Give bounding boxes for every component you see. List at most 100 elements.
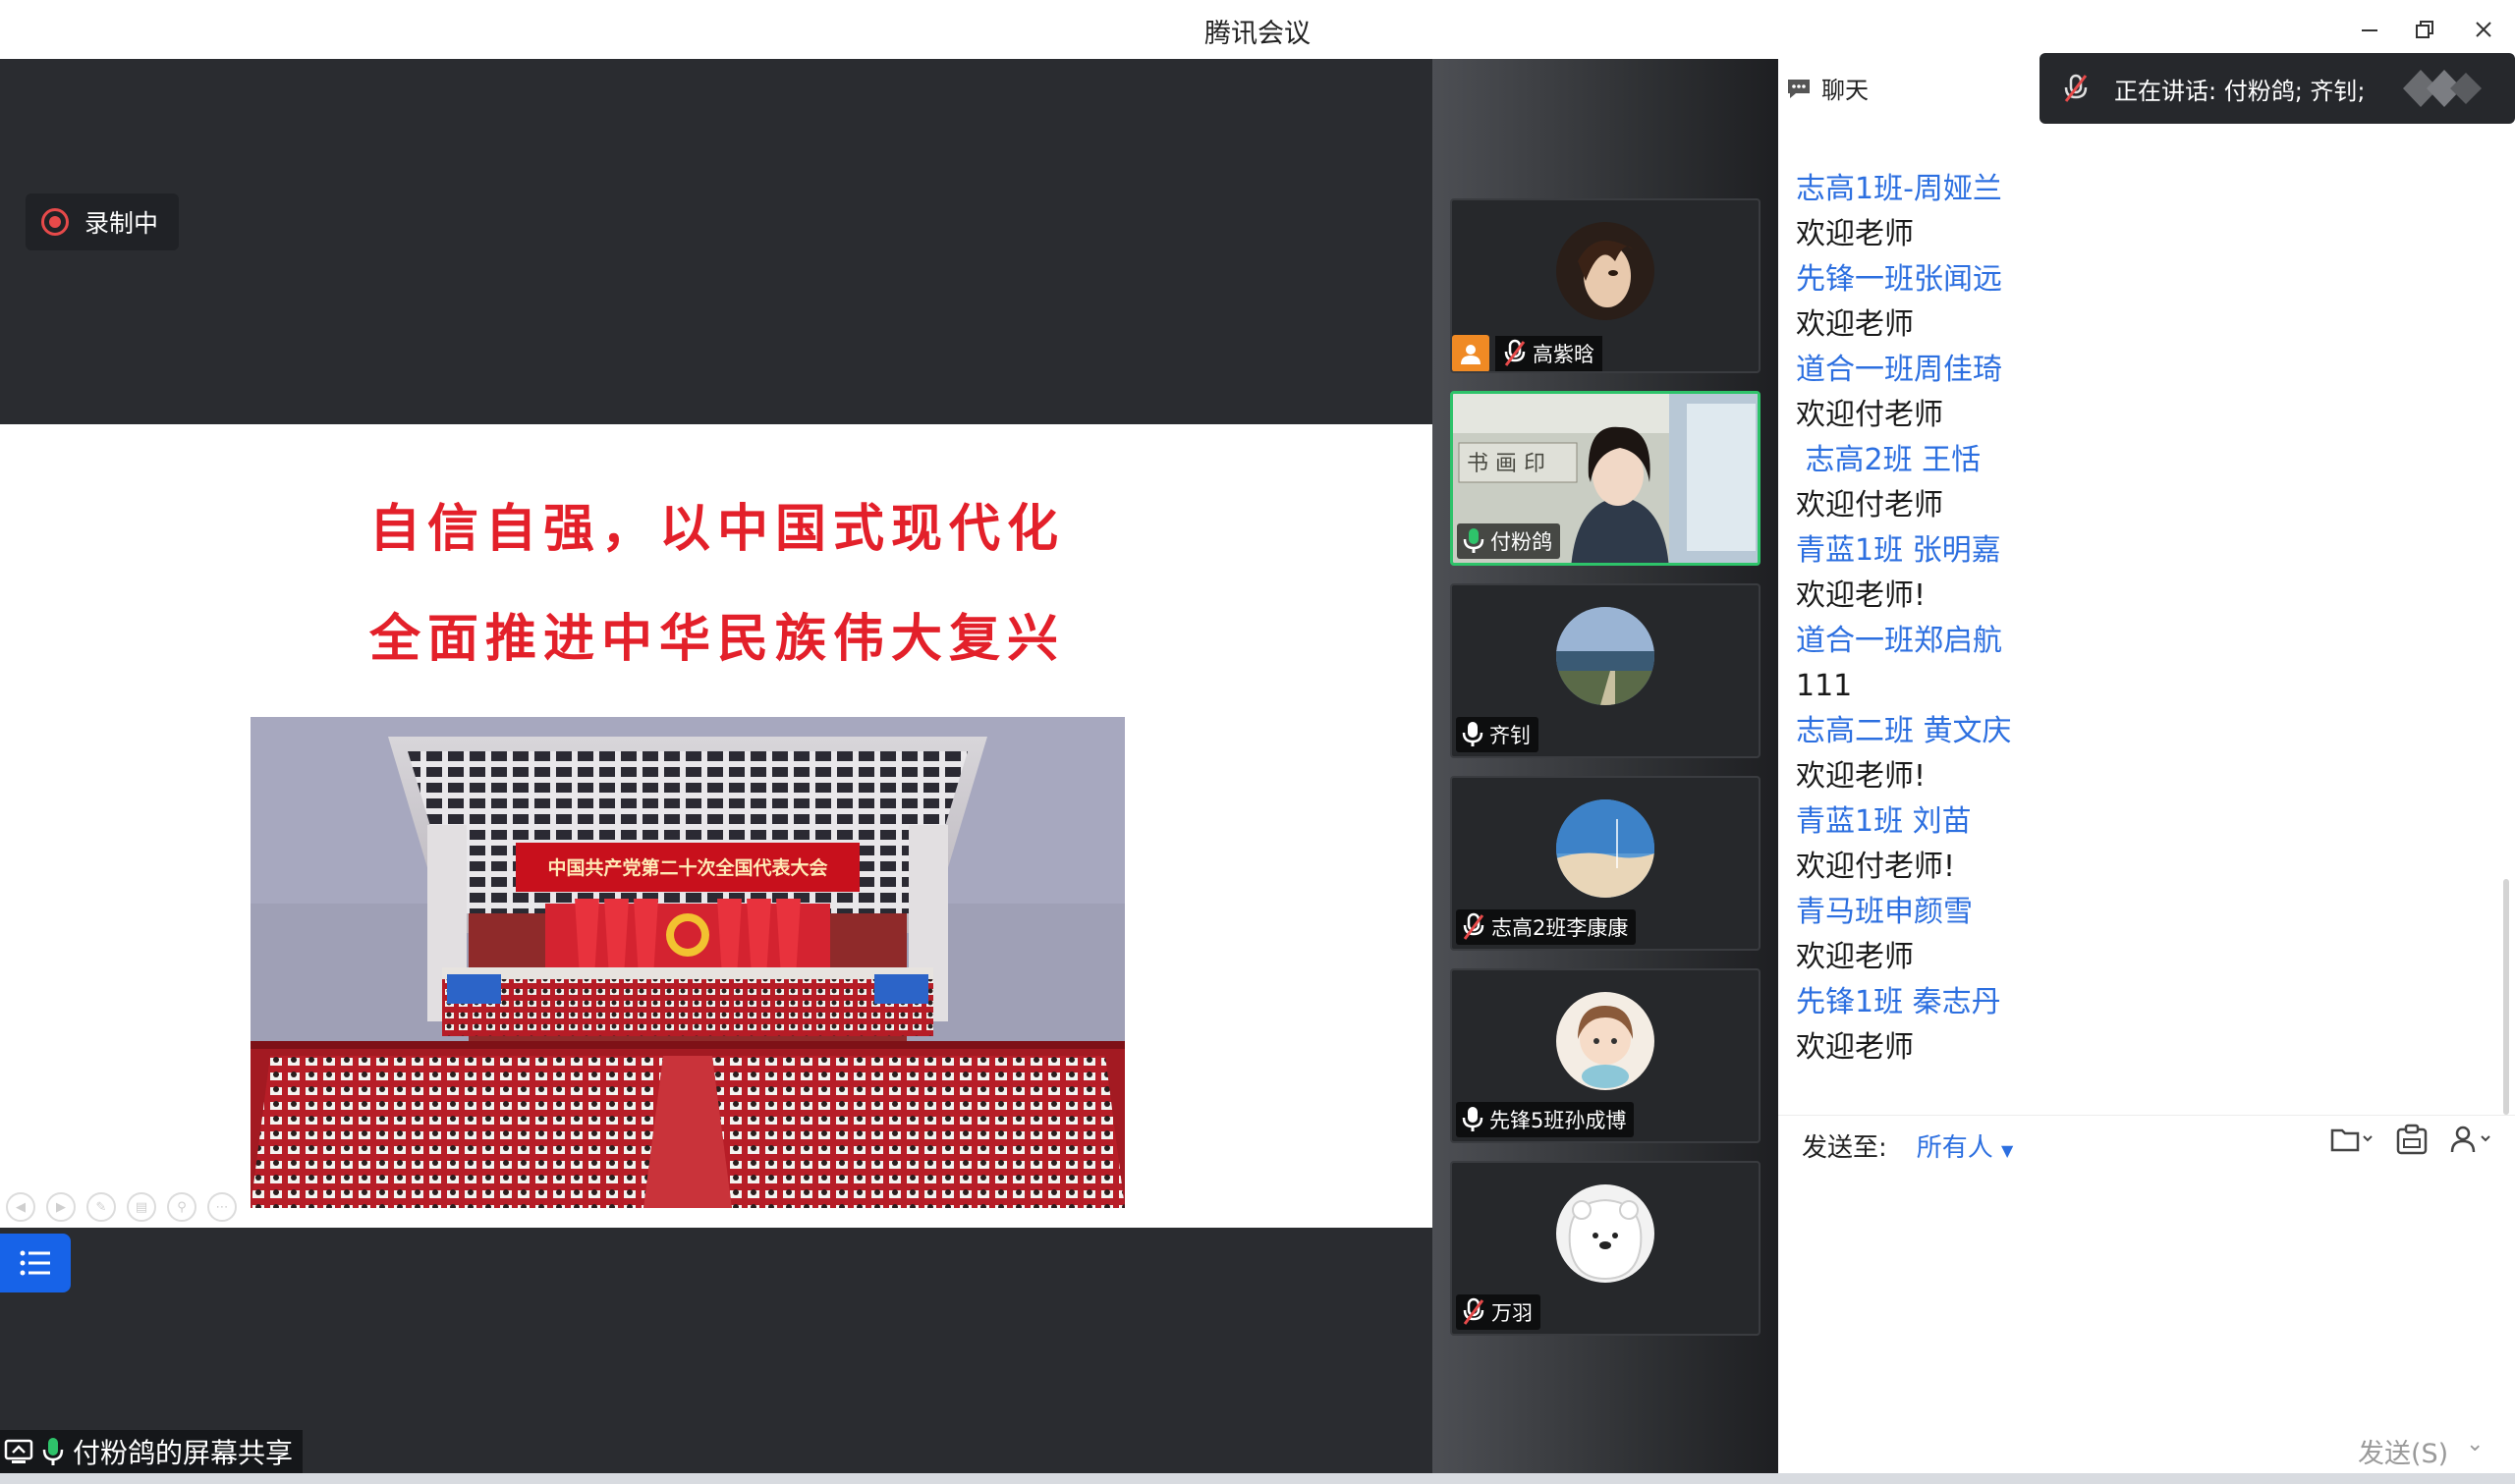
- chat-sender: 先锋一班张闻远: [1796, 262, 2002, 297]
- recording-indicator[interactable]: 录制中: [26, 193, 179, 250]
- participant-video-column: 高紫晗 书 画 印 付粉鸽 齐钊 志高2班李康康 先锋5班孙成博 万羽: [1432, 59, 1778, 1473]
- send-to-value: 所有人: [1916, 1133, 1993, 1163]
- chat-sender: 青蓝1班 张明嘉: [1796, 533, 2001, 568]
- participant-namebar: 高紫晗: [1452, 335, 1602, 371]
- list-icon: [20, 1250, 50, 1276]
- microphone-on-icon: [42, 1438, 64, 1465]
- restore-icon: [2416, 21, 2433, 38]
- participant-tile[interactable]: 万羽: [1450, 1161, 1760, 1336]
- chat-sender: 志高二班 黄文庆: [1796, 714, 2012, 748]
- screen-share-area: 录制中 自信自强，以中国式现代化 全面推进中华民族伟大复兴 中国共产党第二十次全…: [0, 59, 1432, 1473]
- toolbar-menu-button[interactable]: [0, 1234, 71, 1292]
- presentation-slide: 自信自强，以中国式现代化 全面推进中华民族伟大复兴 中国共产党第二十次全国代表大…: [0, 424, 1432, 1228]
- microphone-muted-icon: [1504, 339, 1526, 366]
- screen-share-label: 付粉鸽的屏幕共享: [0, 1430, 304, 1473]
- close-button[interactable]: [2464, 12, 2503, 47]
- svg-text:书 画 印: 书 画 印: [1467, 452, 1545, 476]
- arrow-left-icon: ◀: [16, 1199, 26, 1215]
- slide-toolbar: ◀ ▶ ✎ ▤ ⚲ ⋯: [6, 1192, 237, 1222]
- participant-namebar: 齐钊: [1456, 717, 1538, 752]
- avatar: [1556, 992, 1654, 1090]
- microphone-on-icon: [1462, 1107, 1483, 1131]
- avatar: [1556, 607, 1654, 705]
- record-icon: [41, 208, 69, 236]
- participant-tile[interactable]: 齐钊: [1450, 583, 1760, 758]
- participant-tile[interactable]: 高紫晗: [1450, 198, 1760, 373]
- microphone-muted-icon: [2064, 74, 2088, 102]
- participant-tile[interactable]: 志高2班李康康: [1450, 776, 1760, 951]
- file-button[interactable]: [2330, 1125, 2374, 1154]
- chat-message: 欢迎老师: [1796, 307, 1914, 342]
- chat-panel: 聊天 志高1班-周娅兰 欢迎老师 先锋一班张闻远 欢迎老师 道合一班周佳琦 欢迎…: [1778, 59, 2515, 1473]
- chat-message: 欢迎付老师: [1796, 398, 1943, 432]
- pen-tool-button[interactable]: ✎: [86, 1192, 116, 1222]
- send-to-dropdown[interactable]: 所有人 ▼: [1917, 1127, 2014, 1164]
- arrow-right-icon: ▶: [56, 1199, 66, 1215]
- chat-bubble-icon: [1788, 79, 1810, 98]
- pen-icon: ✎: [95, 1199, 107, 1215]
- participant-tile-active-speaker[interactable]: 书 画 印 付粉鸽: [1450, 391, 1760, 566]
- speaking-text: 正在讲话: 付粉鸽; 齐钊;: [2114, 77, 2366, 105]
- speaking-banner: 正在讲话: 付粉鸽; 齐钊;: [2040, 53, 2515, 124]
- microphone-on-icon: [1462, 722, 1483, 746]
- host-badge-icon: [1452, 335, 1489, 371]
- minimize-button[interactable]: [2350, 12, 2389, 47]
- speaker-avatars-icon: [2402, 70, 2482, 107]
- bottom-strip: [0, 1473, 2515, 1484]
- slide-title-line-1: 自信自强，以中国式现代化: [368, 499, 1065, 559]
- more-options-button[interactable]: ⋯: [207, 1192, 237, 1222]
- participant-name: 齐钊: [1489, 724, 1531, 747]
- user-icon: [2450, 1126, 2490, 1153]
- send-button[interactable]: 发送(S): [2358, 1432, 2448, 1470]
- participant-name: 志高2班李康康: [1491, 916, 1629, 940]
- participant-name: 高紫晗: [1533, 343, 1594, 366]
- avatar: [1556, 799, 1654, 898]
- chat-sender: 志高2班 王恬: [1796, 443, 1982, 477]
- avatar: [1556, 222, 1654, 320]
- chat-message: 111: [1796, 669, 1853, 703]
- chat-sender: 先锋1班 秦志丹: [1796, 985, 2001, 1019]
- chat-message: 欢迎老师!: [1796, 578, 1927, 613]
- chat-message: 欢迎付老师!: [1796, 850, 1956, 884]
- chat-divider: [1778, 1115, 2515, 1116]
- screen-share-icon: [4, 1439, 33, 1463]
- title-bar: 腾讯会议: [0, 0, 2515, 60]
- slides-overview-button[interactable]: ▤: [127, 1192, 156, 1222]
- send-options-button[interactable]: ⌄: [2466, 1432, 2484, 1457]
- close-icon: [2476, 22, 2491, 37]
- send-to-selector: 发送至: 所有人 ▼: [1802, 1127, 2013, 1164]
- member-button[interactable]: [2450, 1125, 2493, 1154]
- congress-banner-text: 中国共产党第二十次全国代表大会: [547, 856, 827, 879]
- participant-name: 万羽: [1491, 1301, 1533, 1325]
- participant-name: 付粉鸽: [1490, 530, 1552, 554]
- restore-button[interactable]: [2405, 12, 2444, 47]
- participant-namebar: 志高2班李康康: [1456, 909, 1637, 945]
- more-icon: ⋯: [215, 1199, 229, 1215]
- chat-sender: 道合一班郑启航: [1796, 624, 2002, 658]
- chat-sender: 志高1班-周娅兰: [1796, 172, 2002, 206]
- microphone-speaking-icon: [1463, 528, 1484, 553]
- chevron-down-icon: ⌄: [2466, 1432, 2485, 1457]
- chat-message: 欢迎老师: [1796, 940, 1914, 974]
- chat-sender: 道合一班周佳琦: [1796, 353, 2002, 387]
- chat-toolbar: [2330, 1124, 2493, 1155]
- chat-header: 聊天: [1786, 71, 1869, 105]
- chat-message: 欢迎老师: [1796, 217, 1914, 251]
- zoom-button[interactable]: ⚲: [167, 1192, 196, 1222]
- slide-title-line-2: 全面推进中华民族伟大复兴: [368, 609, 1065, 669]
- chat-sender: 青马班申颜雪: [1796, 895, 1973, 929]
- participant-tile[interactable]: 先锋5班孙成博: [1450, 968, 1760, 1143]
- previous-slide-button[interactable]: ◀: [6, 1192, 35, 1222]
- chat-scrollbar[interactable]: [2503, 879, 2509, 1115]
- screen-share-owner: 付粉鸽的屏幕共享: [73, 1437, 294, 1469]
- magnifier-icon: ⚲: [177, 1199, 187, 1215]
- minimize-icon: [2362, 29, 2377, 31]
- participant-namebar: 先锋5班孙成博: [1456, 1102, 1635, 1137]
- chat-message-list: 志高1班-周娅兰 欢迎老师 先锋一班张闻远 欢迎老师 道合一班周佳琦 欢迎付老师…: [1796, 167, 2484, 1071]
- window-title: 腾讯会议: [1204, 19, 1311, 49]
- microphone-muted-icon: [1463, 912, 1484, 940]
- chat-message: 欢迎付老师: [1796, 488, 1943, 522]
- slides-icon: ▤: [135, 1199, 148, 1215]
- announcement-button[interactable]: [2395, 1124, 2429, 1155]
- next-slide-button[interactable]: ▶: [46, 1192, 76, 1222]
